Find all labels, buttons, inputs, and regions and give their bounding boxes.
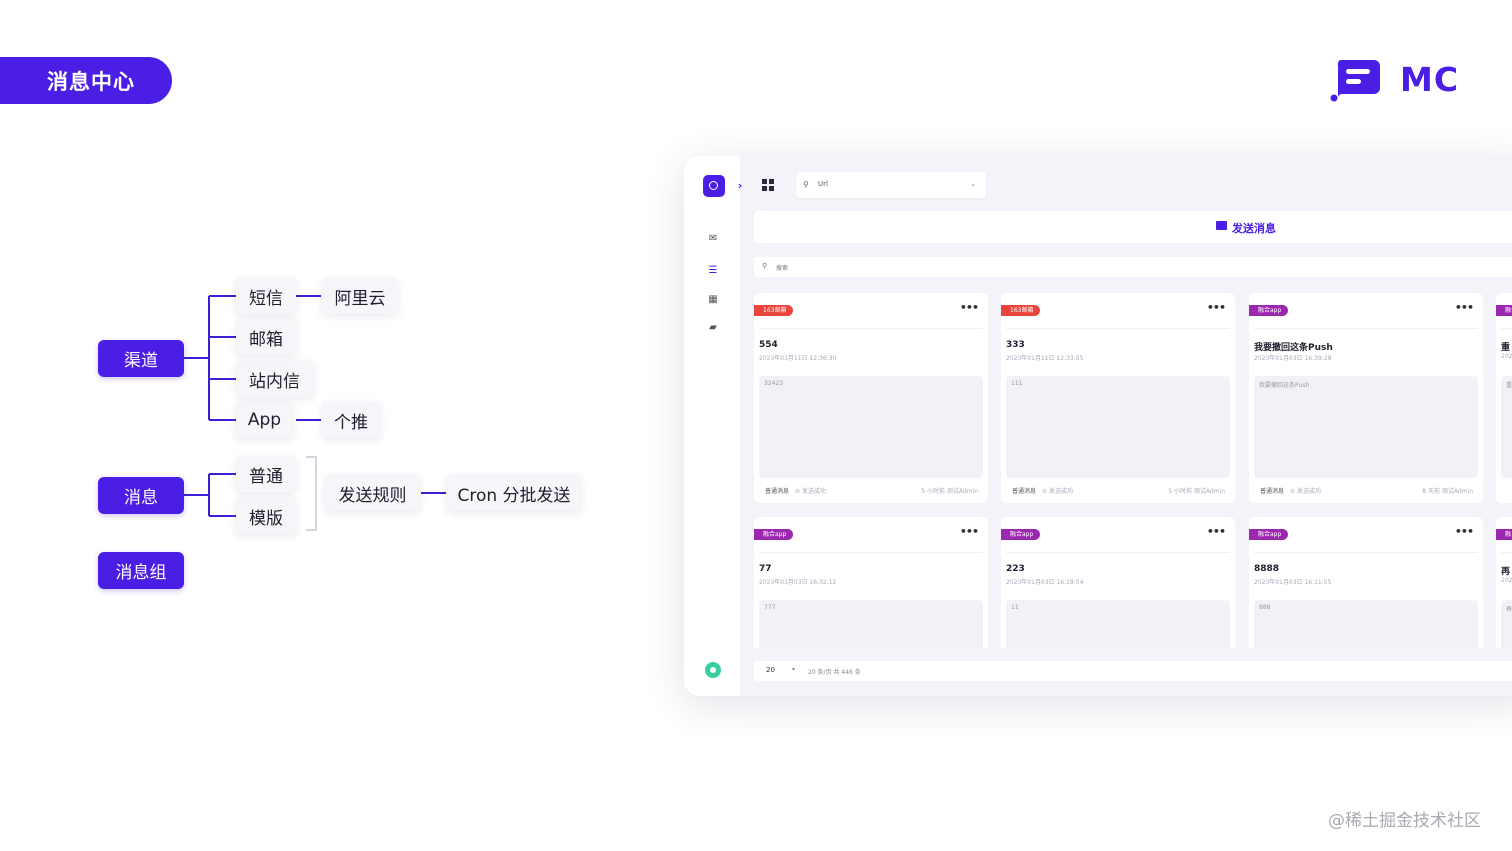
- message-card[interactable]: 融合app 重 202 重: [1496, 293, 1512, 503]
- pagination: 20 ▾ 20 条/页 共 446 条: [754, 661, 1512, 681]
- channel-tag: 163邮箱: [754, 305, 794, 316]
- node-template: 模版: [236, 498, 296, 534]
- card-time: 2023年01月03日 16:11:55: [1254, 579, 1332, 586]
- page-size-select[interactable]: 20: [766, 666, 775, 674]
- card-content: 32423: [759, 376, 983, 478]
- message-card[interactable]: 163邮箱 ••• 554 2023年01月11日 12:36:30 32423…: [754, 293, 988, 503]
- node-getui: 个推: [322, 402, 380, 438]
- card-time: 2023年01月03日 16:39:28: [1254, 355, 1332, 362]
- chevron-down-icon: ⌄: [970, 180, 976, 188]
- dashboard-icon[interactable]: [762, 179, 774, 191]
- more-icon[interactable]: •••: [960, 301, 979, 314]
- node-send-rule: 发送规则: [325, 475, 420, 511]
- feature-mindmap: 渠道 短信 阿里云 邮箱 站内信 App 个推 消息 普通 模版 发送规则 Cr…: [0, 0, 640, 620]
- card-footer: 普通消息 ⊘ 发送成功 5 小时前 测试Admin: [765, 488, 978, 495]
- channel-tag: 融合app: [1001, 529, 1041, 540]
- card-time: 202: [1501, 353, 1512, 360]
- node-normal: 普通: [236, 456, 296, 492]
- app-window: ✉ ☰ ▦ ▰ › ⚲ Url ⌄ 发送消息 ⚲ 搜索 163邮箱 ••• 55…: [684, 156, 1512, 696]
- more-icon[interactable]: •••: [1207, 525, 1226, 538]
- more-icon[interactable]: •••: [960, 525, 979, 538]
- message-card[interactable]: 融合app ••• 8888 2023年01月03日 16:11:55 888: [1249, 517, 1483, 648]
- search-placeholder: 搜索: [776, 265, 789, 272]
- message-card[interactable]: 融合app ••• 223 2023年01月03日 16:19:54 11: [1001, 517, 1235, 648]
- card-content: 888: [1254, 600, 1478, 648]
- more-icon[interactable]: •••: [1455, 301, 1474, 314]
- mc-logo: MC: [1330, 58, 1460, 104]
- channel-tag: 融合app: [1249, 529, 1289, 540]
- node-channel: 渠道: [98, 340, 184, 377]
- card-title: 333: [1006, 340, 1025, 350]
- layout-icon[interactable]: ▦: [706, 294, 720, 306]
- chat-logo-icon: [1330, 60, 1380, 102]
- message-card[interactable]: 163邮箱 ••• 333 2023年01月11日 12:33:55 111 普…: [1001, 293, 1235, 503]
- mindmap-connectors: [184, 295, 446, 531]
- card-content: 再: [1501, 600, 1512, 648]
- node-message: 消息: [98, 477, 184, 514]
- sidebar: ✉ ☰ ▦ ▰: [684, 156, 740, 696]
- card-title: 8888: [1254, 564, 1280, 574]
- node-email: 邮箱: [236, 319, 296, 355]
- node-message-group: 消息组: [98, 552, 184, 589]
- channel-tag: 融合app: [1249, 305, 1289, 316]
- card-title: 重: [1501, 343, 1511, 353]
- node-cron: Cron 分批发送: [447, 475, 581, 511]
- card-title: 再: [1501, 567, 1511, 577]
- chevron-down-icon[interactable]: ▾: [792, 666, 795, 673]
- message-card[interactable]: 融合app ••• 我要撤回这条Push 2023年01月03日 16:39:2…: [1249, 293, 1483, 503]
- send-message-label: 发送消息: [1232, 222, 1276, 235]
- search-icon: ⚲: [762, 262, 768, 270]
- node-aliyun: 阿里云: [322, 278, 398, 314]
- main-content: ⚲ Url ⌄ 发送消息 ⚲ 搜索 163邮箱 ••• 554 2023年01月…: [740, 156, 1512, 696]
- card-content: 777: [759, 600, 983, 648]
- page-total: 20 条/页 共 446 条: [808, 669, 861, 676]
- logo-text: MC: [1400, 60, 1460, 99]
- card-title: 554: [759, 340, 778, 350]
- online-status-icon[interactable]: [705, 662, 721, 678]
- message-card[interactable]: 融合app ••• 77 2023年01月03日 16:32:12 777: [754, 517, 988, 648]
- message-card-grid: 163邮箱 ••• 554 2023年01月11日 12:36:30 32423…: [754, 293, 1512, 648]
- card-content: 重: [1501, 376, 1512, 478]
- card-time: 202: [1501, 577, 1512, 584]
- list-icon[interactable]: ☰: [706, 265, 720, 277]
- card-time: 2023年01月03日 16:19:54: [1006, 579, 1084, 586]
- channel-tag: 融合app: [754, 529, 794, 540]
- card-content: 111: [1006, 376, 1230, 478]
- search-icon: ⚲: [803, 180, 809, 189]
- card-title: 223: [1006, 564, 1025, 574]
- message-card[interactable]: 融 再 202 再: [1496, 517, 1512, 648]
- message-icon: [1216, 221, 1227, 230]
- card-content: 11: [1006, 600, 1230, 648]
- card-content: 我要撤回这条Push: [1254, 376, 1478, 478]
- chat-icon[interactable]: ▰: [706, 322, 720, 334]
- mail-icon[interactable]: ✉: [706, 233, 720, 245]
- card-footer: 普通消息 ⊘ 发送成功 8 天前 测试Admin: [1260, 488, 1473, 495]
- card-title: 我要撤回这条Push: [1254, 343, 1333, 353]
- channel-tag: 163邮箱: [1001, 305, 1041, 316]
- chevron-right-icon[interactable]: ›: [733, 178, 747, 194]
- node-sms: 短信: [236, 278, 296, 314]
- node-app: App: [236, 402, 293, 438]
- more-icon[interactable]: •••: [1207, 301, 1226, 314]
- search-input[interactable]: ⚲ 搜索: [754, 257, 1512, 277]
- url-select-value: Url: [818, 180, 828, 188]
- card-time: 2023年01月03日 16:32:12: [759, 579, 837, 586]
- send-message-button[interactable]: 发送消息: [754, 211, 1512, 243]
- card-time: 2023年01月11日 12:36:30: [759, 355, 837, 362]
- watermark: @稀土掘金技术社区: [1328, 811, 1481, 831]
- channel-tag: 融: [1496, 529, 1512, 540]
- channel-tag: 融合app: [1496, 305, 1512, 316]
- node-inbox: 站内信: [236, 361, 313, 397]
- app-logo-icon[interactable]: [703, 175, 725, 197]
- card-title: 77: [759, 564, 772, 574]
- card-time: 2023年01月11日 12:33:55: [1006, 355, 1084, 362]
- more-icon[interactable]: •••: [1455, 525, 1474, 538]
- url-select[interactable]: ⚲ Url ⌄: [796, 172, 986, 198]
- card-footer: 普通消息 ⊘ 发送成功 5 小时前 测试Admin: [1012, 488, 1225, 495]
